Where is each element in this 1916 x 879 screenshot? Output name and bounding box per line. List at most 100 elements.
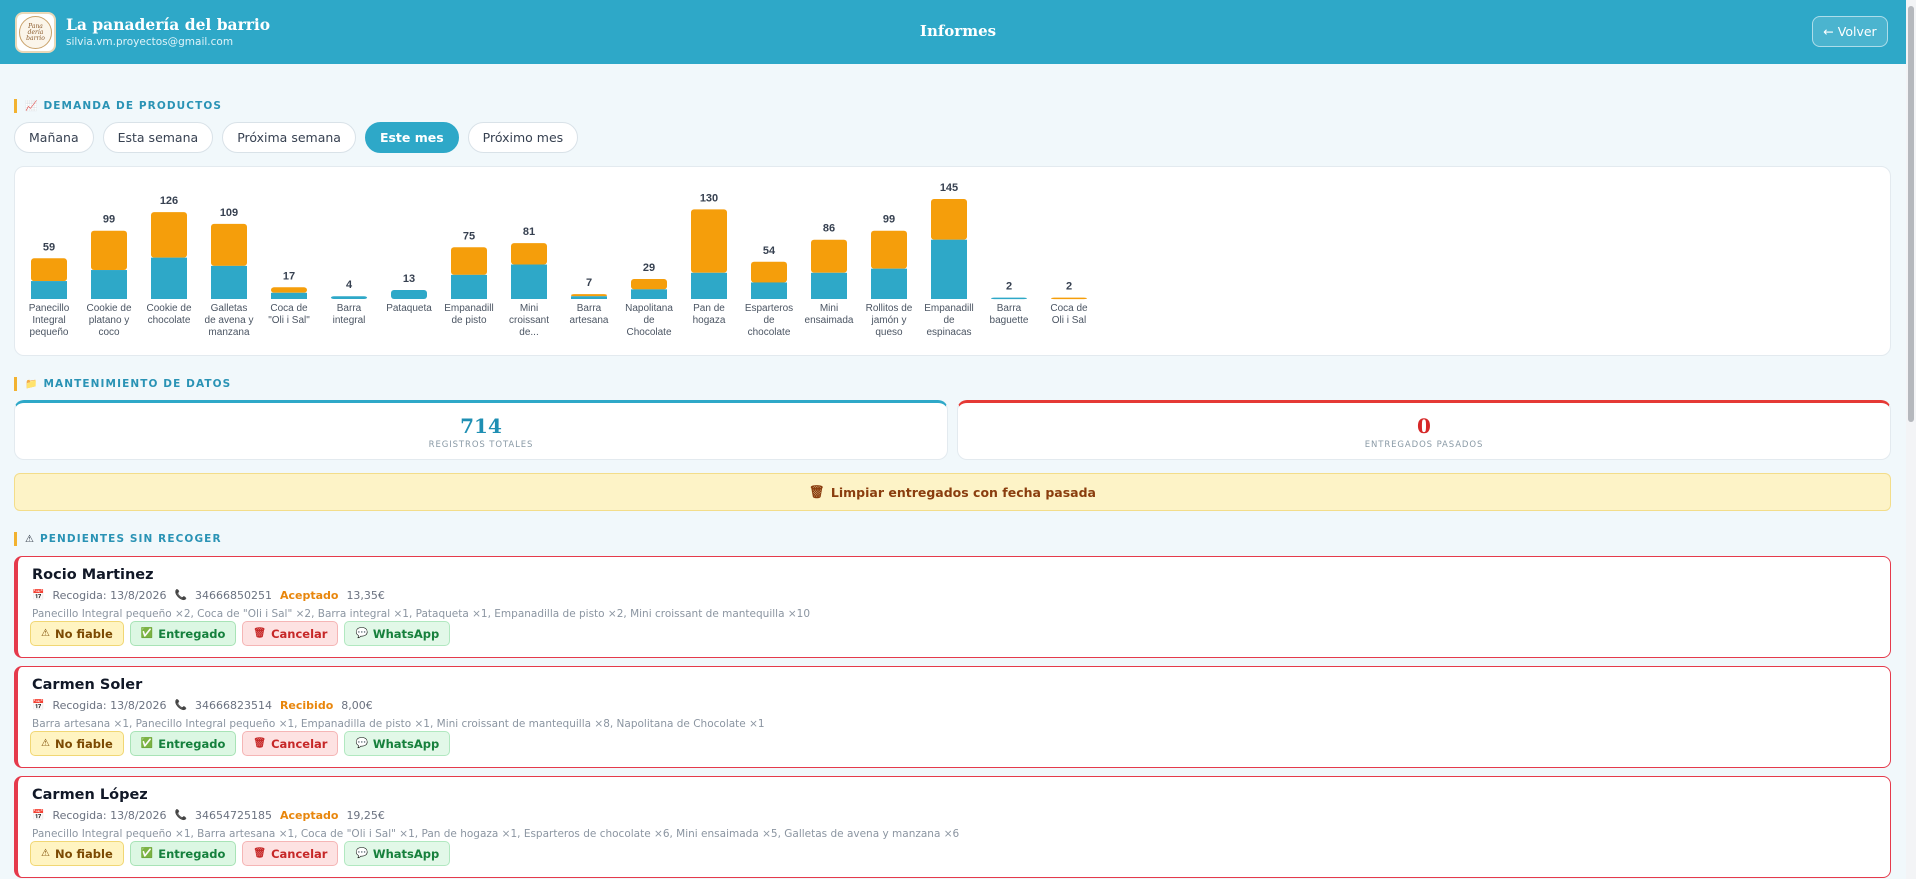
cancel-order-button[interactable]: 🗑 Cancelar [242,731,339,756]
whatsapp-label: WhatsApp [372,846,440,861]
whatsapp-button[interactable]: 💬 WhatsApp [344,731,451,756]
bar-segment-top [91,230,127,271]
category-tick-label: espinacas [926,327,971,338]
category-tick-label: de avena y [205,315,254,326]
bar-value-label: 145 [940,182,958,194]
category-tick-label: queso [875,327,903,338]
tab-esta-semana[interactable]: Esta semana [102,122,214,153]
clean-past-delivered-button[interactable]: 🗑 Limpiar entregados con fecha pasada [14,473,1891,511]
pickup-date: Recogida: 13/8/2026 [52,699,167,712]
total-records-label: REGISTROS TOTALES [428,440,534,450]
trash-icon: 🗑 [253,738,267,749]
page-scrollbar[interactable] [1906,0,1916,879]
maintenance-section-title: 📁 MANTENIMIENTO DE DATOS [14,377,231,391]
phone-icon: 📞 [174,810,187,821]
category-tick-label: chocolate [748,327,791,338]
bar-segment-bottom [91,270,127,299]
category-tick-label: de [763,315,775,326]
tab-manana[interactable]: Mañana [14,122,94,153]
scrollbar-thumb[interactable] [1908,6,1914,422]
whatsapp-button[interactable]: 💬 WhatsApp [344,841,451,866]
bar-segment-bottom [331,296,367,299]
bar-segment-top [211,223,247,266]
cancel-order-button[interactable]: 🗑 Cancelar [242,621,339,646]
demand-chart-card: 59 Panecillo Integral pequeño 99 Cookie de pla… [14,166,1891,356]
category-tick-label: Barra [997,303,1022,314]
total-records-card: 714 REGISTROS TOTALES [14,400,948,460]
whatsapp-label: WhatsApp [372,626,440,641]
check-icon: ✅ [140,738,154,749]
unreliable-label: No fiable [54,846,113,861]
category-tick-label: Cookie de [86,303,131,314]
whatsapp-button[interactable]: 💬 WhatsApp [344,621,451,646]
bar-segment-top [631,279,667,290]
category-tick-label: chocolate [148,315,191,326]
order-items: Panecillo Integral pequeño ×2, Coca de "… [32,608,811,620]
bar-segment-bottom [451,274,487,299]
bar-value-label: 99 [103,214,115,226]
unreliable-label: No fiable [54,626,113,641]
order-meta: 📅 Recogida: 13/8/2026 📞 34654725185 Acep… [32,809,385,822]
category-tick-label: Oli i Sal [1052,315,1086,326]
order-items: Panecillo Integral pequeño ×1, Barra art… [32,828,960,840]
bar-segment-bottom [211,265,247,299]
tab-este-mes[interactable]: Este mes [364,122,459,153]
warning-icon: ⚠ [41,848,50,859]
delivered-label: Entregado [158,626,226,641]
cancel-order-button[interactable]: 🗑 Cancelar [242,841,339,866]
pending-order-card: Rocio Martinez 📅 Recogida: 13/8/2026 📞 3… [14,556,1891,658]
past-delivered-card: 0 ENTREGADOS PASADOS [957,400,1891,460]
phone-icon: 📞 [174,590,187,601]
mark-unreliable-button[interactable]: ⚠ No fiable [30,621,124,646]
bar-segment-top [511,243,547,265]
bar-segment-bottom [691,272,727,299]
calendar-icon: 📅 [32,810,45,821]
mark-unreliable-button[interactable]: ⚠ No fiable [30,841,124,866]
category-tick-label: Barra [577,303,602,314]
trash-icon: 🗑 [809,484,825,499]
bar-segment-top [811,239,847,273]
cancel-label: Cancelar [271,846,328,861]
top-bar: Pana dería barrio La panadería del barrio … [0,0,1916,64]
bar-value-label: 2 [1066,281,1072,293]
mark-unreliable-button[interactable]: ⚠ No fiable [30,731,124,756]
category-tick-label: Galletas [211,303,248,314]
category-tick-label: integral [333,315,366,326]
chart-icon: 📈 [25,100,38,112]
warning-icon: ⚠ [41,738,50,749]
bar-value-label: 4 [346,279,353,291]
bar-value-label: 54 [763,245,776,257]
mark-delivered-button[interactable]: ✅ Entregado [129,841,237,866]
category-tick-label: jamón y [870,315,906,326]
warning-icon: ⚠ [41,628,50,639]
category-tick-label: ensaimada [805,315,854,326]
period-tabs: Mañana Esta semana Próxima semana Este m… [14,122,579,153]
bar-value-label: 7 [586,277,592,289]
tab-proximo-mes[interactable]: Próximo mes [467,122,579,153]
bar-segment-top [931,199,967,240]
pending-section-label: PENDIENTES SIN RECOGER [39,533,222,545]
order-amount: 19,25€ [346,809,385,822]
tab-proxima-semana[interactable]: Próxima semana [222,122,356,153]
bar-segment-bottom [151,257,187,299]
demand-chart: 59PanecilloIntegralpequeño99Cookie depla… [29,182,1088,338]
bar-segment-top [271,287,307,293]
chat-bubble-icon: 💬 [355,738,368,749]
customer-name: Rocio Martinez [32,567,154,583]
mark-delivered-button[interactable]: ✅ Entregado [129,731,237,756]
mark-delivered-button[interactable]: ✅ Entregado [129,621,237,646]
category-tick-label: de [943,315,955,326]
bar-value-label: 86 [823,223,835,235]
maintenance-section-label: MANTENIMIENTO DE DATOS [43,378,232,390]
calendar-icon: 📅 [32,700,45,711]
trash-icon: 🗑 [253,848,267,859]
back-button[interactable]: ← Volver [1812,16,1888,47]
bar-segment-top [31,258,67,282]
check-icon: ✅ [140,628,154,639]
category-tick-label: artesana [570,315,609,326]
total-records-value: 714 [460,414,502,438]
category-tick-label: baguette [990,315,1029,326]
order-amount: 8,00€ [341,699,373,712]
category-tick-label: platano y [89,315,130,326]
order-meta: 📅 Recogida: 13/8/2026 📞 34666850251 Acep… [32,589,385,602]
